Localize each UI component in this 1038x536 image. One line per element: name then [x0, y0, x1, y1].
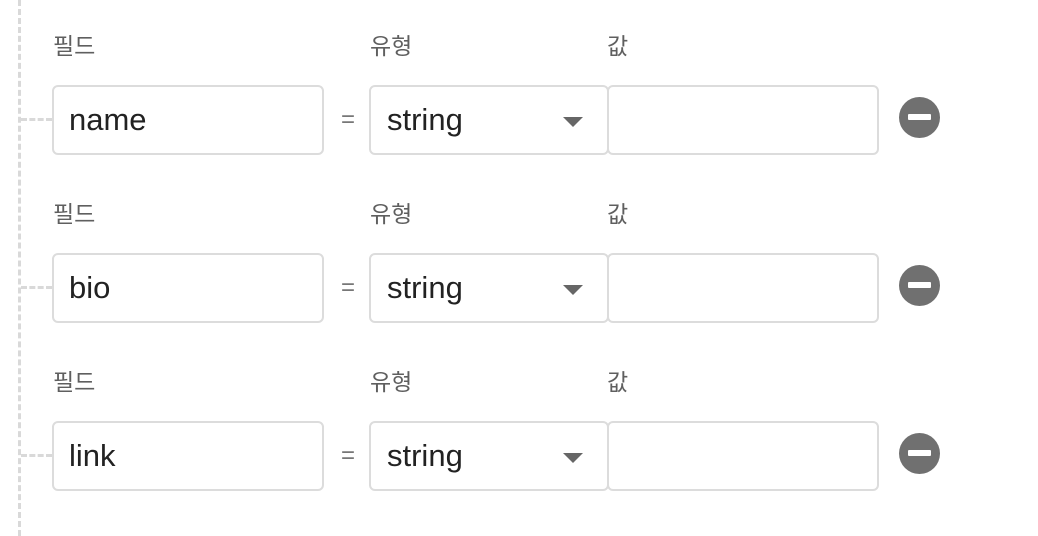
minus-circle-icon [908, 450, 931, 456]
field-name-input[interactable]: link [52, 421, 324, 491]
value-input[interactable] [607, 85, 879, 155]
type-select-value: string [387, 438, 463, 473]
caret-down-icon [563, 453, 583, 463]
type-select-value: string [387, 102, 463, 137]
type-select[interactable]: string [369, 85, 609, 155]
equals-sign: = [340, 106, 355, 133]
value-label: 값 [607, 34, 629, 60]
type-label: 유형 [370, 370, 413, 396]
field-label: 필드 [53, 370, 96, 396]
minus-circle-icon [908, 282, 931, 288]
remove-row-button[interactable] [899, 97, 940, 138]
type-label: 유형 [370, 202, 413, 228]
type-select-value: string [387, 270, 463, 305]
field-row: 필드 유형 값 link = string [0, 336, 1038, 504]
caret-down-icon [563, 117, 583, 127]
tree-connector [21, 454, 52, 457]
tree-connector [21, 118, 52, 121]
remove-row-button[interactable] [899, 433, 940, 474]
field-name-input[interactable]: bio [52, 253, 324, 323]
field-label: 필드 [53, 34, 96, 60]
field-list-panel: 필드 유형 값 name = string 필드 유형 값 bio = stri… [0, 0, 1038, 536]
field-row: 필드 유형 값 bio = string [0, 168, 1038, 336]
field-label: 필드 [53, 202, 96, 228]
remove-row-button[interactable] [899, 265, 940, 306]
type-select[interactable]: string [369, 421, 609, 491]
field-name-input[interactable]: name [52, 85, 324, 155]
equals-sign: = [340, 274, 355, 301]
tree-connector [21, 286, 52, 289]
minus-circle-icon [908, 114, 931, 120]
type-select[interactable]: string [369, 253, 609, 323]
value-input[interactable] [607, 253, 879, 323]
equals-sign: = [340, 442, 355, 469]
value-label: 값 [607, 202, 629, 228]
caret-down-icon [563, 285, 583, 295]
field-row: 필드 유형 값 name = string [0, 0, 1038, 168]
type-label: 유형 [370, 34, 413, 60]
value-label: 값 [607, 370, 629, 396]
value-input[interactable] [607, 421, 879, 491]
